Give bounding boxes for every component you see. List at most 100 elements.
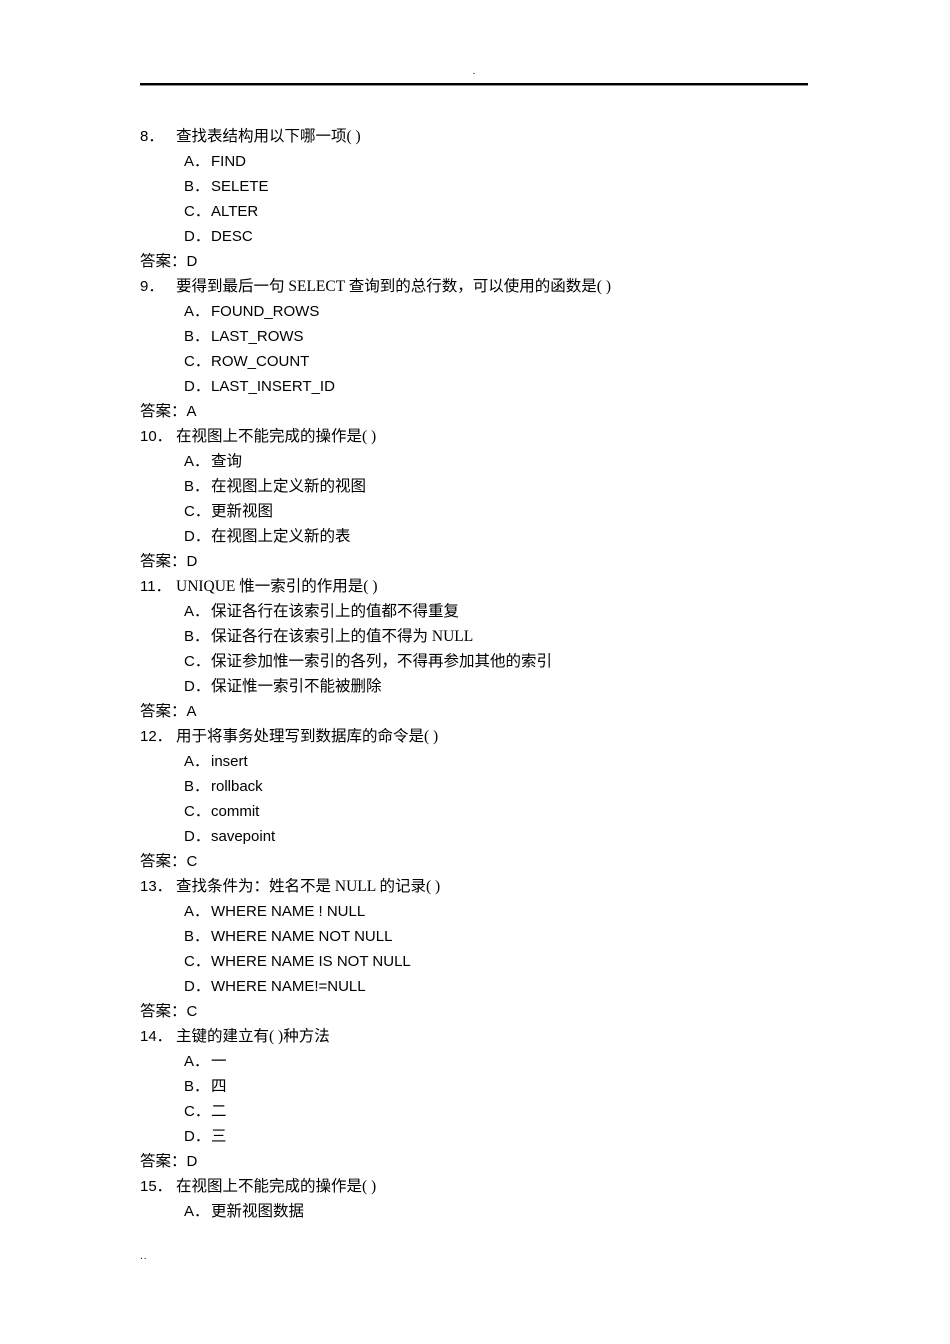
option-text: WHERE NAME NOT NULL (211, 928, 393, 945)
option-row[interactable]: B． 在视图上定义新的视图 (140, 474, 840, 499)
option-row[interactable]: A． WHERE NAME ! NULL (140, 899, 840, 924)
option-row[interactable]: B．四 (140, 1074, 840, 1099)
option-row[interactable]: D．三 (140, 1124, 840, 1149)
question-text: UNIQUE 惟一索引的作用是( ) (176, 578, 378, 595)
option-row[interactable]: D．WHERE NAME!=NULL (140, 974, 840, 999)
question-number: 12． (140, 728, 172, 745)
answer-label: 答案： (140, 403, 187, 420)
option-text: rollback (211, 778, 263, 795)
question-number: 8． (140, 128, 164, 145)
option-text: 更新视图数据 (211, 1203, 305, 1220)
page-header: . (140, 62, 808, 88)
option-row[interactable]: C．WHERE NAME IS NOT NULL (140, 949, 840, 974)
footer-mark: .. (140, 1251, 148, 1262)
option-letter: A． (184, 903, 210, 920)
option-row[interactable]: A． FOUND_ROWS (140, 299, 840, 324)
question-number: 15． (140, 1178, 172, 1195)
option-row[interactable]: C．ALTER (140, 199, 840, 224)
option-row[interactable]: A． 更新视图数据 (140, 1199, 840, 1224)
option-row[interactable]: D．LAST_INSERT_ID (140, 374, 840, 399)
question-stem: 14． 主键的建立有( )种方法 (140, 1024, 840, 1049)
option-letter: C． (184, 1103, 210, 1120)
question-number: 9． (140, 278, 164, 295)
option-row[interactable]: D．savepoint (140, 824, 840, 849)
answer-row: 答案：A (140, 399, 840, 424)
page-footer: .. (140, 1248, 808, 1268)
question-text: 查找条件为：姓名不是 NULL 的记录( ) (176, 878, 441, 895)
answer-row: 答案：C (140, 849, 840, 874)
answer-row: 答案：D (140, 249, 840, 274)
answer-row: 答案：A (140, 699, 840, 724)
option-text: 保证参加惟一索引的各列，不得再参加其他的索引 (211, 653, 553, 670)
option-letter: A． (184, 153, 210, 170)
header-mark: . (472, 66, 476, 77)
option-row[interactable]: D．保证惟一索引不能被删除 (140, 674, 840, 699)
option-letter: C． (184, 203, 210, 220)
option-row[interactable]: C．二 (140, 1099, 840, 1124)
answer-value: C (186, 1003, 198, 1020)
option-text: ALTER (211, 203, 259, 220)
option-row[interactable]: B． LAST_ROWS (140, 324, 840, 349)
option-text: insert (211, 753, 248, 770)
option-text: LAST_INSERT_ID (211, 378, 335, 395)
answer-row: 答案：C (140, 999, 840, 1024)
option-row[interactable]: C．更新视图 (140, 499, 840, 524)
option-text: 三 (211, 1128, 227, 1145)
option-letter: A． (184, 1053, 210, 1070)
option-row[interactable]: B． 保证各行在该索引上的值不得为 NULL (140, 624, 840, 649)
option-letter: C． (184, 503, 210, 520)
answer-value: D (186, 1153, 198, 1170)
question-block: 11． UNIQUE 惟一索引的作用是( ) A． 保证各行在该索引上的值都不得重复 B… (140, 574, 840, 724)
option-text: 四 (211, 1078, 227, 1095)
option-row[interactable]: B． rollback (140, 774, 840, 799)
option-row[interactable]: D．DESC (140, 224, 840, 249)
answer-label: 答案： (140, 253, 187, 270)
answer-label: 答案： (140, 853, 187, 870)
option-row[interactable]: A． insert (140, 749, 840, 774)
question-block: 14． 主键的建立有( )种方法 A．一 B．四 C．二 D．三 答案：D (140, 1024, 840, 1174)
option-text: 二 (211, 1103, 227, 1120)
option-row[interactable]: A．一 (140, 1049, 840, 1074)
option-row[interactable]: B． SELETE (140, 174, 840, 199)
option-text: SELETE (211, 178, 269, 195)
question-block: 15． 在视图上不能完成的操作是( ) A． 更新视图数据 (140, 1174, 840, 1224)
option-row[interactable]: C．保证参加惟一索引的各列，不得再参加其他的索引 (140, 649, 840, 674)
option-text: 在视图上定义新的表 (211, 528, 351, 545)
option-text: 一 (211, 1053, 227, 1070)
question-text: 在视图上不能完成的操作是( ) (176, 428, 377, 445)
option-letter: B． (184, 778, 210, 795)
option-letter: A． (184, 603, 210, 620)
question-stem: 12． 用于将事务处理写到数据库的命令是( ) (140, 724, 840, 749)
answer-value: C (186, 853, 198, 870)
option-letter: C． (184, 803, 210, 820)
answer-value: A (186, 403, 197, 420)
option-letter: C． (184, 353, 210, 370)
question-stem: 13． 查找条件为：姓名不是 NULL 的记录( ) (140, 874, 840, 899)
option-text: 更新视图 (211, 503, 274, 520)
option-text: commit (211, 803, 260, 820)
question-block: 8． 查找表结构用以下哪一项( ) A． FIND B． SELETE C．ALTER D．D… (140, 124, 840, 274)
question-number: 10． (140, 428, 172, 445)
option-row[interactable]: C．ROW_COUNT (140, 349, 840, 374)
document-page: . 8． 查找表结构用以下哪一项( ) A． FIND B． SELETE C．ALTER D… (0, 0, 950, 1344)
option-text: 在视图上定义新的视图 (211, 478, 367, 495)
option-row[interactable]: D．在视图上定义新的表 (140, 524, 840, 549)
option-letter: B． (184, 1078, 210, 1095)
option-text: DESC (211, 228, 253, 245)
option-row[interactable]: B． WHERE NAME NOT NULL (140, 924, 840, 949)
option-row[interactable]: A． 查询 (140, 449, 840, 474)
option-letter: C． (184, 953, 210, 970)
answer-label: 答案： (140, 1153, 187, 1170)
answer-label: 答案： (140, 1003, 187, 1020)
option-text: LAST_ROWS (211, 328, 304, 345)
option-letter: D． (184, 378, 210, 395)
option-text: FIND (211, 153, 246, 170)
question-number: 13． (140, 878, 172, 895)
question-text: 主键的建立有( )种方法 (176, 1028, 330, 1045)
option-row[interactable]: A． FIND (140, 149, 840, 174)
question-text: 查找表结构用以下哪一项( ) (176, 128, 361, 145)
option-letter: D． (184, 828, 210, 845)
option-text: 保证各行在该索引上的值都不得重复 (211, 603, 460, 620)
option-row[interactable]: C．commit (140, 799, 840, 824)
option-row[interactable]: A． 保证各行在该索引上的值都不得重复 (140, 599, 840, 624)
